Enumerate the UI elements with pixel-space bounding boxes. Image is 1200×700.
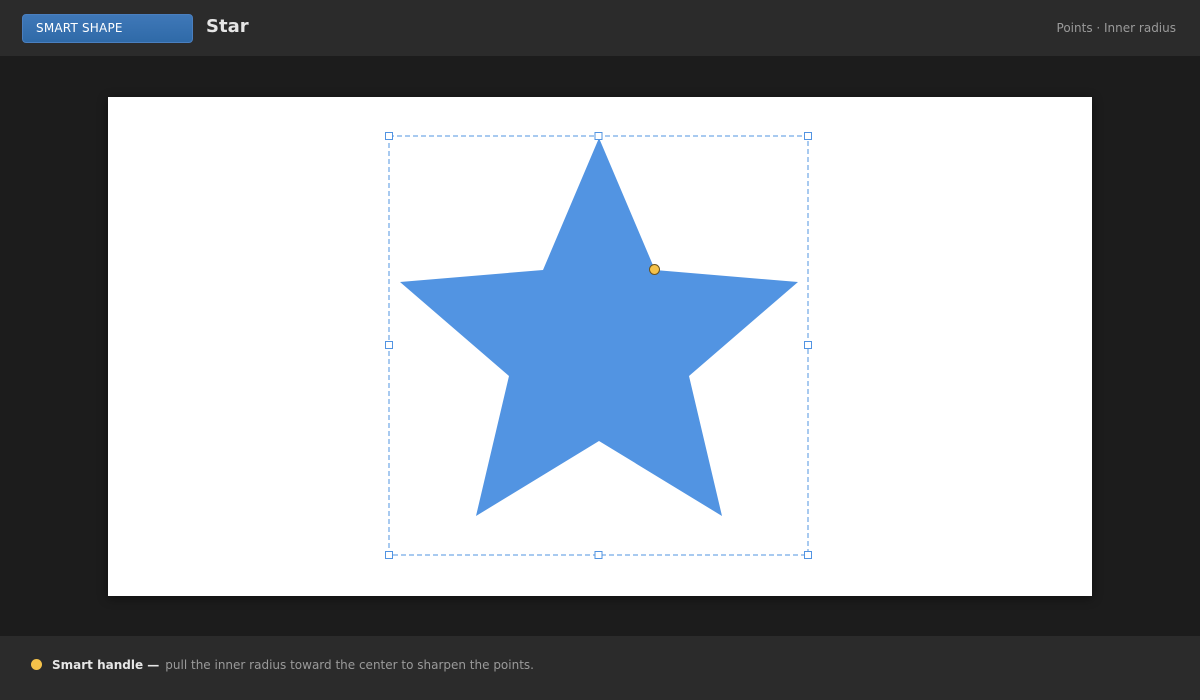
resize-handle-right[interactable]: [804, 341, 812, 349]
app-window: SMART SHAPE Star Points · Inner radius S…: [0, 0, 1200, 700]
resize-handle-bottom-left[interactable]: [385, 551, 393, 559]
star-shape[interactable]: [400, 138, 798, 516]
header-hint: Points · Inner radius: [1056, 21, 1176, 35]
smart-shape-mode-button[interactable]: SMART SHAPE: [22, 14, 193, 43]
shape-title: Star: [206, 16, 249, 37]
footer-bar: Smart handle — pull the inner radius towa…: [0, 636, 1200, 700]
footer-hint-description: pull the inner radius toward the center …: [165, 658, 534, 672]
header-bar: SMART SHAPE Star Points · Inner radius: [0, 0, 1200, 56]
footer-hint: Smart handle — pull the inner radius towa…: [52, 657, 534, 673]
workspace: [0, 56, 1200, 636]
canvas-page[interactable]: [108, 97, 1092, 596]
resize-handle-bottom-right[interactable]: [804, 551, 812, 559]
smart-handle-dot-icon: [31, 659, 42, 670]
canvas-svg: [385, 132, 812, 559]
resize-handle-left[interactable]: [385, 341, 393, 349]
resize-handle-top[interactable]: [594, 132, 603, 140]
footer-hint-title: Smart handle —: [52, 658, 160, 672]
resize-handle-top-left[interactable]: [385, 132, 393, 140]
smart-handle-inner-radius[interactable]: [649, 264, 660, 275]
resize-handle-bottom[interactable]: [594, 551, 603, 559]
resize-handle-top-right[interactable]: [804, 132, 812, 140]
